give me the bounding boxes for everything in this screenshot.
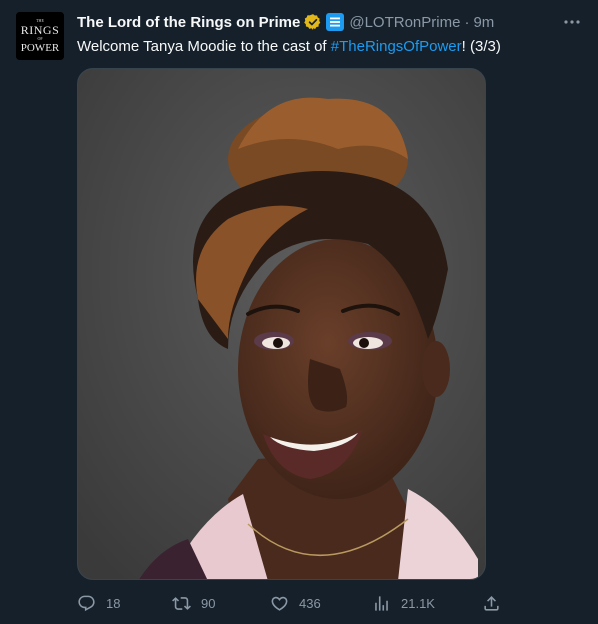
tweet-text-start: Welcome Tanya Moodie to the cast of: [77, 38, 331, 55]
action-bar: 18 90 436 21.1K: [77, 591, 507, 615]
reply-count: 18: [106, 595, 121, 611]
portrait-photo: [78, 69, 485, 579]
author-handle[interactable]: @LOTRonPrime: [349, 14, 460, 31]
reply-button[interactable]: 18: [77, 591, 120, 615]
share-button[interactable]: [482, 591, 501, 615]
tweet-image[interactable]: [77, 68, 486, 580]
author-name[interactable]: The Lord of the Rings on Prime: [77, 14, 300, 31]
views-icon: [375, 595, 388, 611]
more-icon[interactable]: [562, 12, 582, 32]
reply-icon: [78, 595, 95, 611]
rings-of-power-logo: THE RINGS OF POWER: [16, 12, 64, 60]
separator: ·: [464, 13, 470, 31]
affiliate-icon[interactable]: [326, 13, 345, 31]
svg-text:RINGS: RINGS: [21, 23, 60, 37]
views-count: 21.1K: [401, 595, 435, 611]
hashtag-link[interactable]: #TheRingsOfPower: [331, 38, 462, 55]
tweet[interactable]: THE RINGS OF POWER The Lord of the Rings…: [0, 0, 598, 624]
verified-icon: [304, 13, 322, 31]
like-count: 436: [299, 595, 321, 611]
share-icon: [484, 595, 499, 611]
like-icon: [271, 596, 288, 611]
retweet-icon: [172, 596, 191, 610]
tweet-text: Welcome Tanya Moodie to the cast of #The…: [77, 37, 501, 57]
svg-text:POWER: POWER: [21, 42, 60, 54]
tweet-text-end: ! (3/3): [461, 38, 501, 55]
retweet-button[interactable]: 90: [172, 591, 215, 615]
timestamp[interactable]: 9m: [473, 14, 494, 31]
avatar[interactable]: THE RINGS OF POWER: [16, 12, 64, 60]
views-button[interactable]: 21.1K: [372, 591, 435, 615]
tweet-header: The Lord of the Rings on Prime @LOTRonPr…: [77, 12, 494, 32]
retweet-count: 90: [201, 595, 216, 611]
svg-text:OF: OF: [37, 36, 43, 41]
like-button[interactable]: 436: [270, 591, 321, 615]
